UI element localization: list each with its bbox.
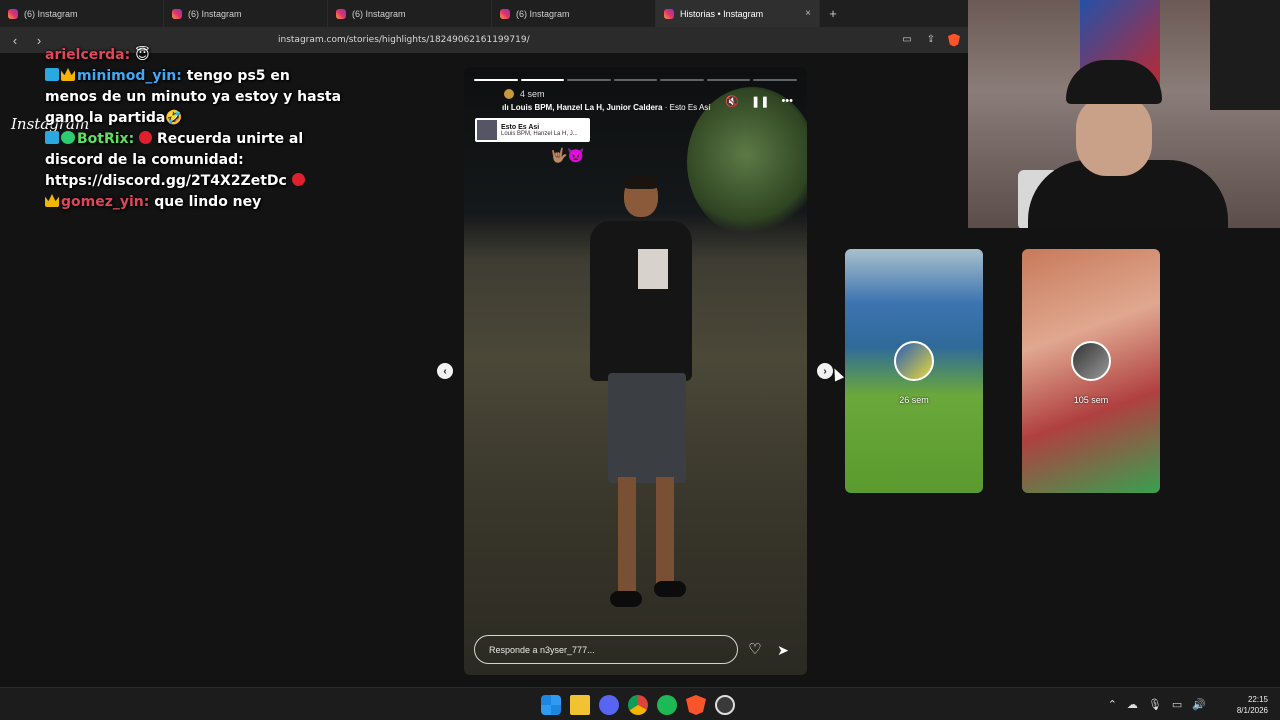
mouse-cursor [829,366,845,382]
volume-icon[interactable]: 🔊 [1192,698,1206,711]
music-note-icon: ılı [502,103,511,112]
story-time: 4 sem [520,89,545,99]
emoji-sticker: 🤟🏽👿 [550,147,585,163]
chat-username: minimod_yin: [77,68,182,84]
browser-tab[interactable]: (6) Instagram [164,0,328,27]
mute-icon[interactable]: 🔇 [725,95,739,108]
browser-tab-active[interactable]: Historias • Instagram × [656,0,820,27]
preview-avatar [894,341,934,381]
screen-cast-icon[interactable]: ▭ [900,34,914,46]
pause-icon[interactable]: ❚❚ [751,95,769,108]
microphone-icon[interactable]: 🎙 [1148,698,1162,711]
url-field[interactable]: instagram.com/stories/highlights/1824906… [56,35,890,45]
chat-message: arielcerda: 😇 [45,45,345,66]
tab-label: (6) Instagram [24,8,78,19]
chat-username: arielcerda: [45,47,131,63]
preview-time: 105 sem [1073,395,1109,405]
music-sticker[interactable]: Esto Es Asi Louis BPM, Hanzel La H, J... [475,118,590,142]
display-icon[interactable]: ▭ [1172,698,1182,711]
reply-input[interactable]: Responde a n3yser_777... [474,635,738,664]
story-controls: 🔇 ❚❚ ••• [725,95,793,108]
system-clock[interactable]: 22:15 8/1/2026 [1237,694,1268,716]
instagram-icon [500,8,510,19]
story-avatar[interactable] [504,89,514,99]
progress-segment [567,79,611,81]
heart-icon[interactable]: ♡ [746,641,764,659]
preview-time: 26 sem [899,395,929,405]
red-circle-icon [139,131,153,144]
progress-segment [753,79,798,81]
tab-label: (6) Instagram [352,8,406,19]
progress-segment [520,79,565,81]
back-icon[interactable]: ‹ [8,33,22,48]
obs-icon[interactable] [715,695,735,715]
story-preview[interactable]: 26 sem [845,249,983,493]
browser-tab-bar: (6) Instagram (6) Instagram (6) Instagra… [0,0,968,27]
chat-message: BotRix: Recuerda unirte al discord de la… [45,129,345,192]
brave-shield-icon[interactable] [948,33,960,47]
browser-tab[interactable]: (6) Instagram [0,0,164,27]
clock-time: 22:15 [1247,695,1268,704]
red-circle-icon [291,173,305,186]
tab-label: (6) Instagram [516,8,570,19]
more-options-icon[interactable]: ••• [781,95,793,108]
chat-username: gomez_yin: [61,194,150,210]
chat-text: 😇 [135,47,150,63]
sword-icon [45,131,59,144]
chat-username: BotRix: [77,131,135,147]
progress-segment [706,79,751,81]
crown-icon [61,68,75,81]
new-tab-button[interactable]: + [820,0,846,27]
chat-text: que lindo ney [154,194,262,210]
windows-start-icon[interactable] [541,695,561,715]
story-photo-subject [582,175,692,617]
story-progress-bar [474,79,798,81]
story-viewer[interactable]: 4 sem ılı Louis BPM, Hanzel La H, Junior… [464,67,807,675]
instagram-icon [8,8,18,19]
discord-icon[interactable] [599,695,619,715]
chrome-icon[interactable] [628,695,648,715]
share-icon[interactable]: ⇪ [924,34,938,46]
poster [1210,0,1280,110]
story-preview[interactable]: 105 sem [1022,249,1160,493]
sword-icon [45,68,59,81]
forward-icon[interactable]: › [32,33,46,48]
file-explorer-icon[interactable] [570,695,590,715]
progress-segment [660,79,704,81]
album-art [477,120,497,140]
streamer-face [1076,96,1152,176]
music-artists: Louis BPM, Hanzel La H, Junior Caldera [510,103,663,112]
music-song: · Esto Es Así [664,103,711,112]
browser-tab[interactable]: (6) Instagram [328,0,492,27]
progress-segment [613,79,658,81]
progress-segment [474,79,518,81]
chevron-up-icon[interactable]: ⌃ [1108,698,1117,711]
instagram-icon [172,8,182,19]
instagram-icon [336,8,346,19]
chat-message: minimod_yin: tengo ps5 en menos de un mi… [45,66,345,129]
music-info[interactable]: ılı Louis BPM, Hanzel La H, Junior Calde… [502,103,711,112]
browser-tab[interactable]: (6) Instagram [492,0,656,27]
previous-story-button[interactable]: ‹ [437,363,453,379]
webcam-overlay [968,0,1280,228]
tab-label: (6) Instagram [188,8,242,19]
sticker-title: Esto Es Asi [501,123,540,131]
windows-taskbar: ⌃ ☁ 🎙 ▭ 🔊 22:15 8/1/2026 [0,687,1280,720]
stream-chat-overlay: arielcerda: 😇 minimod_yin: tengo ps5 en … [45,45,345,213]
crown-icon [45,194,59,207]
send-icon[interactable]: ➤ [774,641,792,659]
tab-label: Historias • Instagram [680,8,764,19]
close-tab-icon[interactable]: × [805,8,811,19]
instagram-icon [664,8,674,19]
taskbar-apps [541,695,735,715]
system-tray: ⌃ ☁ 🎙 ▭ 🔊 [1108,698,1206,711]
chat-message: gomez_yin: que lindo ney [45,192,345,213]
verified-icon [61,131,75,144]
sticker-subtitle: Louis BPM, Hanzel La H, J... [501,130,578,137]
cloud-icon[interactable]: ☁ [1127,698,1138,711]
preview-avatar [1071,341,1111,381]
clock-date: 8/1/2026 [1236,706,1268,715]
spotify-icon[interactable] [657,695,677,715]
brave-icon[interactable] [686,695,706,715]
